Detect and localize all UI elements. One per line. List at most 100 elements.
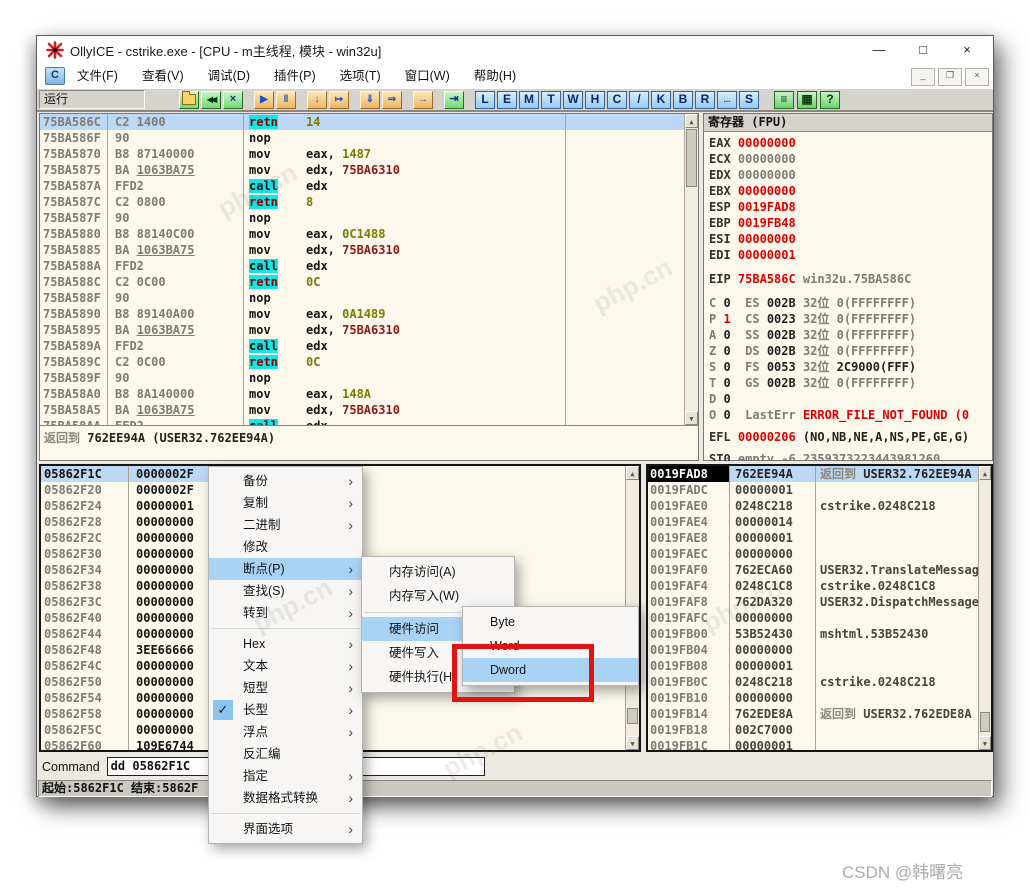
- window-button-R[interactable]: R: [695, 91, 715, 109]
- mdi-close-icon[interactable]: ×: [965, 68, 989, 86]
- efl-row[interactable]: EFL 00000206 (NO,NB,NE,A,NS,PE,GE,G): [709, 429, 992, 445]
- flag-row[interactable]: S 0 FS 0053 32位 2C9000(FFF): [709, 359, 992, 375]
- animate-into-button[interactable]: ⇓: [360, 91, 380, 109]
- scroll-down-icon[interactable]: ▼: [626, 736, 639, 750]
- minimize-icon[interactable]: —: [857, 36, 901, 64]
- window-button-K[interactable]: K: [651, 91, 671, 109]
- step-into-button[interactable]: ↓: [307, 91, 327, 109]
- menubar-item-选项(T)[interactable]: 选项(T): [328, 64, 393, 88]
- flag-row[interactable]: P 1 CS 0023 32位 0(FFFFFFFF): [709, 311, 992, 327]
- eip-row[interactable]: EIP 75BA586C win32u.75BA586C: [709, 271, 992, 287]
- help-button[interactable]: ?: [820, 91, 840, 109]
- stack-row[interactable]: 0019FB0C0248C218cstrike.0248C218: [648, 674, 978, 690]
- flag-row[interactable]: C 0 ES 002B 32位 0(FFFFFFFF): [709, 295, 992, 311]
- menubar-item-查看(V)[interactable]: 查看(V): [130, 64, 196, 88]
- stack-row[interactable]: 0019FB1000000000: [648, 690, 978, 706]
- stack-row[interactable]: 0019FAF40248C1C8cstrike.0248C1C8: [648, 578, 978, 594]
- stack-row[interactable]: 0019FB1C00000001: [648, 738, 978, 750]
- register-row[interactable]: ECX 00000000: [709, 151, 992, 167]
- menubar-item-文件(F)[interactable]: 文件(F): [65, 64, 130, 88]
- disasm-row[interactable]: 75BA587F90nop: [40, 210, 684, 226]
- context-menu-item-转到[interactable]: 转到›: [209, 602, 362, 624]
- appearance-button[interactable]: ≡: [774, 91, 794, 109]
- disasm-row[interactable]: 75BA589AFFD2calledx: [40, 338, 684, 354]
- disasm-row[interactable]: 75BA5895BA 1063BA75movedx, 75BA6310: [40, 322, 684, 338]
- pause-button[interactable]: ‖: [276, 91, 296, 109]
- colors-button[interactable]: ▦: [797, 91, 817, 109]
- window-button-H[interactable]: H: [585, 91, 605, 109]
- close-icon[interactable]: ×: [945, 36, 989, 64]
- register-row[interactable]: ESI 00000000: [709, 231, 992, 247]
- flag-row[interactable]: O 0 LastErr ERROR_FILE_NOT_FOUND (0: [709, 407, 992, 423]
- flag-row[interactable]: D 0: [709, 391, 992, 407]
- context-menu-item-查找(S)[interactable]: 查找(S)›: [209, 580, 362, 602]
- flag-row[interactable]: Z 0 DS 002B 32位 0(FFFFFFFF): [709, 343, 992, 359]
- hardware-submenu-item-Byte[interactable]: Byte: [463, 610, 638, 634]
- stack-row[interactable]: 0019FADC00000001: [648, 482, 978, 498]
- stack-scroll-thumb[interactable]: [980, 712, 990, 732]
- context-menu-item-二进制[interactable]: 二进制›: [209, 514, 362, 536]
- menubar-item-帮助(H)[interactable]: 帮助(H): [462, 64, 528, 88]
- register-row[interactable]: ESP 0019FAD8: [709, 199, 992, 215]
- disasm-row[interactable]: 75BA587CC2 0800retn8: [40, 194, 684, 210]
- flag-row[interactable]: T 0 GS 002B 32位 0(FFFFFFFF): [709, 375, 992, 391]
- context-menu-item-文本[interactable]: 文本›: [209, 655, 362, 677]
- st0-row[interactable]: ST0 empty -6.2359373223443981260: [709, 451, 992, 461]
- animate-over-button[interactable]: ⇒: [382, 91, 402, 109]
- window-button-C[interactable]: C: [607, 91, 627, 109]
- context-menu-item-数据格式转换[interactable]: 数据格式转换›: [209, 787, 362, 809]
- window-button-M[interactable]: M: [519, 91, 539, 109]
- stack-row[interactable]: 0019FAF8762DA320USER32.DispatchMessage: [648, 594, 978, 610]
- window-button-T[interactable]: T: [541, 91, 561, 109]
- disasm-row[interactable]: 75BA588F90nop: [40, 290, 684, 306]
- context-menu-item-备份[interactable]: 备份›: [209, 470, 362, 492]
- context-menu-item-断点(P)[interactable]: 断点(P)›: [209, 558, 362, 580]
- close-process-button[interactable]: ×: [223, 91, 243, 109]
- register-row[interactable]: EAX 00000000: [709, 135, 992, 151]
- disasm-row[interactable]: 75BA5890B8 89140A00moveax, 0A1489: [40, 306, 684, 322]
- disasm-scrollbar[interactable]: ▲ ▼: [684, 114, 698, 425]
- context-menu-item-浮点[interactable]: 浮点›: [209, 721, 362, 743]
- breakpoint-submenu-item-内存访问(A)[interactable]: 内存访问(A): [362, 560, 514, 584]
- breakpoint-submenu-item-内存写入(W)[interactable]: 内存写入(W): [362, 584, 514, 608]
- menubar-item-插件(P)[interactable]: 插件(P): [262, 64, 328, 88]
- context-menu-item-复制[interactable]: 复制›: [209, 492, 362, 514]
- context-menu-item-指定[interactable]: 指定›: [209, 765, 362, 787]
- disasm-row[interactable]: 75BA586CC2 1400retn14: [40, 114, 684, 130]
- window-button-...[interactable]: ...: [717, 91, 737, 109]
- window-button-B[interactable]: B: [673, 91, 693, 109]
- scroll-up-icon[interactable]: ▲: [685, 114, 698, 128]
- mdi-restore-icon[interactable]: ❐: [938, 68, 962, 86]
- disasm-row[interactable]: 75BA589CC2 0C00retn0C: [40, 354, 684, 370]
- disasm-row[interactable]: 75BA5885BA 1063BA75movedx, 75BA6310: [40, 242, 684, 258]
- context-menu-item-长型[interactable]: ✓长型›: [209, 699, 362, 721]
- stack-row[interactable]: 0019FAE00248C218cstrike.0248C218: [648, 498, 978, 514]
- context-menu-item-界面选项[interactable]: 界面选项›: [209, 818, 362, 840]
- window-button-/[interactable]: /: [629, 91, 649, 109]
- open-file-button[interactable]: [179, 91, 199, 109]
- disasm-row[interactable]: 75BA5870B8 87140000moveax, 1487: [40, 146, 684, 162]
- stack-row[interactable]: 0019FB14762EDE8A返回到 USER32.762EDE8A: [648, 706, 978, 722]
- disasm-scroll-thumb[interactable]: [686, 129, 697, 187]
- stack-scrollbar[interactable]: ▲ ▼: [978, 466, 991, 750]
- go-to-address-button[interactable]: ⇥: [444, 91, 464, 109]
- execute-till-return-button[interactable]: →: [413, 91, 433, 109]
- stack-row[interactable]: 0019FAE400000014: [648, 514, 978, 530]
- flag-row[interactable]: A 0 SS 002B 32位 0(FFFFFFFF): [709, 327, 992, 343]
- context-menu-item-反汇编[interactable]: 反汇编: [209, 743, 362, 765]
- context-menu-item-短型[interactable]: 短型›: [209, 677, 362, 699]
- context-menu-item-Hex[interactable]: Hex›: [209, 633, 362, 655]
- scroll-down-icon[interactable]: ▼: [685, 411, 698, 425]
- stack-row[interactable]: 0019FB0800000001: [648, 658, 978, 674]
- register-row[interactable]: EDI 00000001: [709, 247, 992, 263]
- dump-scroll-thumb[interactable]: [627, 708, 638, 724]
- disasm-row[interactable]: 75BA586F90nop: [40, 130, 684, 146]
- stack-row[interactable]: 0019FAF0762ECA60USER32.TranslateMessage: [648, 562, 978, 578]
- stack-row[interactable]: 0019FB0400000000: [648, 642, 978, 658]
- stack-row[interactable]: 0019FAFC00000000: [648, 610, 978, 626]
- maximize-icon[interactable]: □: [901, 36, 945, 64]
- run-button[interactable]: ▶: [254, 91, 274, 109]
- menubar-item-窗口(W)[interactable]: 窗口(W): [393, 64, 462, 88]
- register-row[interactable]: EBX 00000000: [709, 183, 992, 199]
- disasm-row[interactable]: 75BA58A5BA 1063BA75movedx, 75BA6310: [40, 402, 684, 418]
